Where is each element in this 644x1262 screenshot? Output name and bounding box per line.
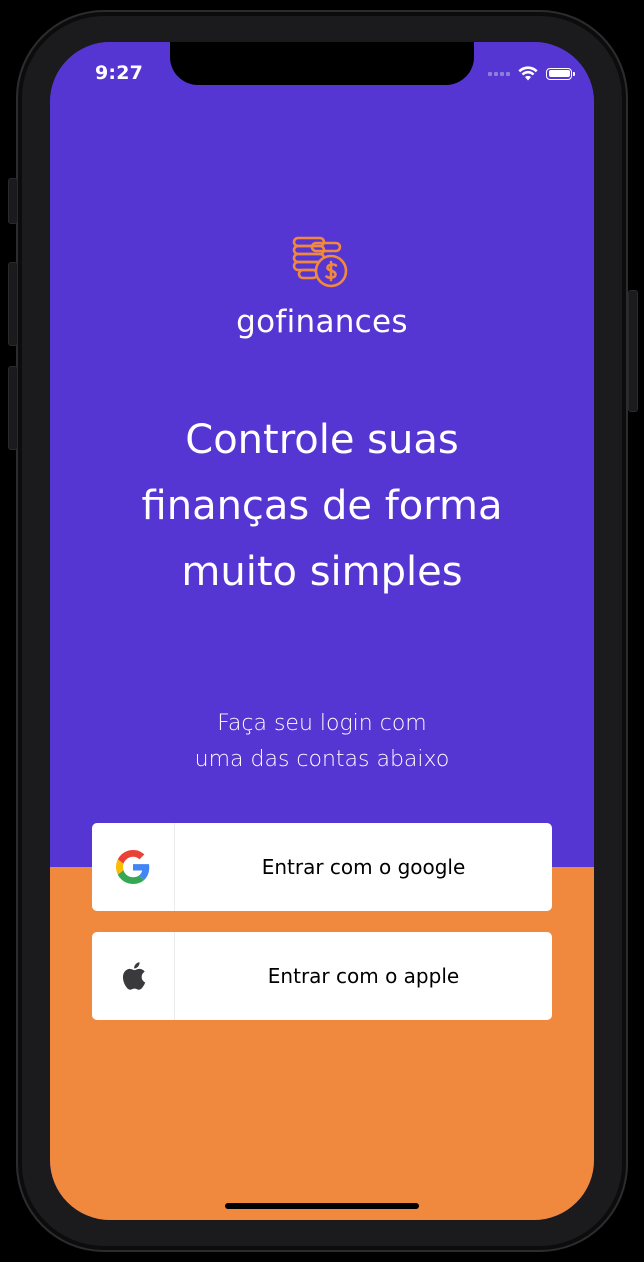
headline: Controle suas finanças de forma muito si…: [80, 407, 564, 605]
status-time: 9:27: [95, 62, 144, 84]
headline-line: finanças de forma: [141, 483, 503, 529]
subtitle-line: Faça seu login com: [217, 711, 427, 736]
apple-icon-box: [92, 932, 175, 1020]
google-icon: [116, 850, 150, 884]
power-button: [628, 290, 638, 412]
login-subtitle: Faça seu login com uma das contas abaixo: [110, 706, 534, 778]
apple-login-button[interactable]: Entrar com o apple: [92, 932, 552, 1020]
battery-icon: [546, 67, 575, 80]
apple-icon: [122, 962, 146, 990]
home-indicator: [225, 1203, 419, 1209]
headline-line: muito simples: [181, 549, 463, 595]
status-icons: [488, 66, 575, 81]
device-notch: [170, 42, 474, 85]
wifi-icon: [518, 66, 538, 81]
coins-dollar-icon: [292, 236, 348, 288]
silent-switch: [8, 178, 18, 224]
headline-line: Controle suas: [185, 417, 459, 463]
google-login-label: Entrar com o google: [261, 855, 466, 879]
apple-login-label: Entrar com o apple: [267, 964, 460, 988]
volume-down-button: [8, 366, 18, 450]
subtitle-line: uma das contas abaixo: [194, 747, 450, 772]
brand-name: gofinances: [236, 304, 408, 340]
google-icon-box: [92, 823, 175, 911]
cellular-signal-icon: [488, 71, 510, 76]
app-screen: 9:27 gofinances Controle suas finanças d…: [50, 42, 594, 1220]
footer-background: [50, 867, 594, 1220]
google-login-button[interactable]: Entrar com o google: [92, 823, 552, 911]
volume-up-button: [8, 262, 18, 346]
